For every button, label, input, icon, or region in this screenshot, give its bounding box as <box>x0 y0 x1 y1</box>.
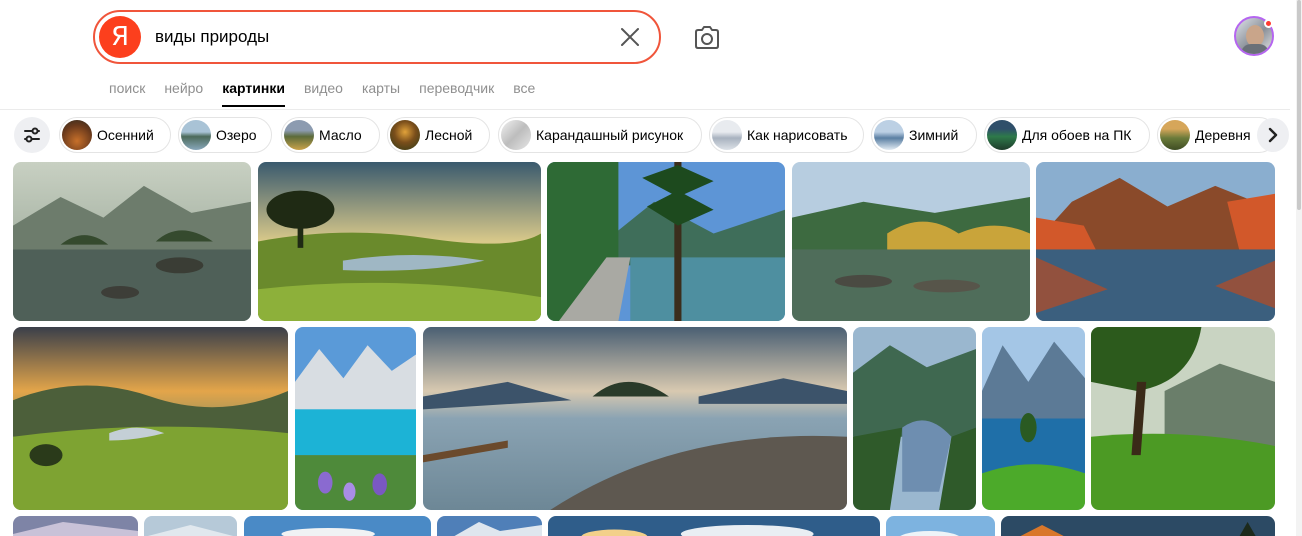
image-thumbnail <box>437 516 542 536</box>
chip-thumbnail <box>284 120 314 150</box>
filters-button[interactable] <box>14 117 50 153</box>
image-thumbnail <box>423 327 847 510</box>
image-thumbnail <box>886 516 995 536</box>
camera-icon <box>695 26 719 49</box>
image-result[interactable] <box>258 162 541 321</box>
image-thumbnail <box>853 327 976 510</box>
image-search-button[interactable] <box>692 24 722 52</box>
image-thumbnail <box>1036 162 1275 321</box>
chip-autumn[interactable]: Осенний <box>59 117 171 153</box>
image-result[interactable] <box>423 327 847 510</box>
yandex-logo[interactable]: Я <box>99 16 141 58</box>
chip-label: Лесной <box>425 127 473 143</box>
image-thumbnail <box>258 162 541 321</box>
chips-next-button[interactable] <box>1257 118 1289 152</box>
chip-label: Для обоев на ПК <box>1022 127 1132 143</box>
chip-label: Зимний <box>909 127 959 143</box>
chevron-right-icon <box>1268 127 1278 143</box>
search-tabs: поиск нейро картинки видео карты перевод… <box>109 79 554 109</box>
image-result[interactable] <box>144 516 237 536</box>
image-thumbnail <box>295 327 416 510</box>
chip-label: Масло <box>319 127 362 143</box>
chip-label: Как нарисовать <box>747 127 848 143</box>
sliders-icon <box>24 127 40 143</box>
image-result[interactable] <box>548 516 880 536</box>
image-result[interactable] <box>982 327 1085 510</box>
image-thumbnail <box>547 162 785 321</box>
image-result[interactable] <box>437 516 542 536</box>
chip-thumbnail <box>712 120 742 150</box>
chip-desktop-wallpaper[interactable]: Для обоев на ПК <box>984 117 1150 153</box>
tab-maps[interactable]: карты <box>362 79 400 109</box>
chip-winter[interactable]: Зимний <box>871 117 977 153</box>
image-thumbnail <box>1001 516 1275 536</box>
tab-all[interactable]: все <box>513 79 535 109</box>
tab-translator[interactable]: переводчик <box>419 79 494 109</box>
chip-how-to-draw[interactable]: Как нарисовать <box>709 117 864 153</box>
chip-thumbnail <box>390 120 420 150</box>
clear-search-button[interactable] <box>619 26 641 48</box>
search-box[interactable]: Я виды природы <box>93 10 661 64</box>
chip-thumbnail <box>62 120 92 150</box>
image-thumbnail <box>548 516 880 536</box>
image-thumbnail <box>144 516 237 536</box>
chip-thumbnail <box>181 120 211 150</box>
image-result[interactable] <box>13 516 138 536</box>
image-result[interactable] <box>1036 162 1275 321</box>
image-result[interactable] <box>13 162 251 321</box>
chip-lake[interactable]: Озеро <box>178 117 272 153</box>
image-result[interactable] <box>1091 327 1275 510</box>
image-result[interactable] <box>853 327 976 510</box>
image-thumbnail <box>982 327 1085 510</box>
chip-thumbnail <box>501 120 531 150</box>
chip-label: Карандашный рисунок <box>536 127 684 143</box>
chip-thumbnail <box>1160 120 1190 150</box>
header-divider <box>0 109 1290 110</box>
image-thumbnail <box>13 162 251 321</box>
image-result[interactable] <box>13 327 288 510</box>
image-thumbnail <box>13 327 288 510</box>
chip-thumbnail <box>987 120 1017 150</box>
image-thumbnail <box>13 516 138 536</box>
image-thumbnail <box>1091 327 1275 510</box>
chip-label: Деревня <box>1195 127 1251 143</box>
image-result[interactable] <box>295 327 416 510</box>
chip-thumbnail <box>874 120 904 150</box>
image-result[interactable] <box>1001 516 1275 536</box>
chip-oil[interactable]: Масло <box>281 117 380 153</box>
tab-search[interactable]: поиск <box>109 79 145 109</box>
chip-label: Озеро <box>216 127 257 143</box>
notification-dot <box>1264 19 1273 28</box>
search-input[interactable]: виды природы <box>155 27 269 47</box>
close-icon <box>621 28 639 46</box>
tab-video[interactable]: видео <box>304 79 343 109</box>
chip-forest[interactable]: Лесной <box>387 117 490 153</box>
scrollbar-thumb[interactable] <box>1297 0 1301 210</box>
chip-label: Осенний <box>97 127 154 143</box>
tab-images[interactable]: картинки <box>222 79 285 109</box>
image-result[interactable] <box>547 162 785 321</box>
tab-neuro[interactable]: нейро <box>164 79 203 109</box>
image-result[interactable] <box>886 516 995 536</box>
image-thumbnail <box>792 162 1030 321</box>
chip-pencil-drawing[interactable]: Карандашный рисунок <box>498 117 702 153</box>
image-thumbnail <box>244 516 431 536</box>
image-result[interactable] <box>792 162 1030 321</box>
image-result[interactable] <box>244 516 431 536</box>
avatar-shirt <box>1241 44 1269 54</box>
